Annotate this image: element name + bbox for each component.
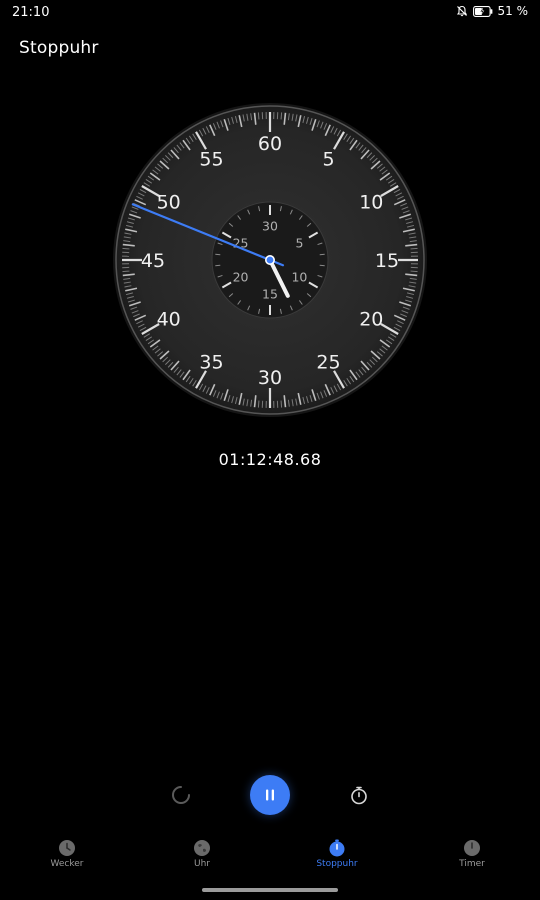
outer-tick — [122, 247, 130, 250]
outer-number-label: 55 — [199, 149, 223, 171]
alarm-clock-icon — [59, 840, 75, 856]
outer-tick — [257, 400, 260, 408]
stopwatch-screen: 21:10 51 % Stoppuhr 60 5 10 15 20 25 30 … — [0, 0, 540, 900]
nav-item-stoppuhr[interactable]: Stoppuhr — [292, 836, 382, 869]
battery-charging-icon — [472, 5, 493, 17]
lap-button[interactable] — [347, 783, 371, 807]
bottom-nav: Wecker Uhr Stoppuhr Timer — [0, 836, 540, 880]
outer-number-label: 30 — [258, 367, 282, 389]
timer-icon — [464, 840, 480, 856]
outer-number-label: 50 — [157, 192, 181, 214]
globe-icon — [194, 840, 210, 856]
inner-number-label: 15 — [262, 287, 278, 302]
battery-percent: 51 % — [497, 4, 529, 18]
nav-item-timer[interactable]: Timer — [427, 836, 517, 869]
status-bar: 21:10 51 % — [0, 0, 540, 26]
outer-tick — [122, 270, 130, 273]
inner-tick — [215, 253, 221, 256]
nav-label-stoppuhr: Stoppuhr — [316, 859, 358, 869]
outer-number-label: 25 — [316, 351, 340, 373]
page-title: Stoppuhr — [19, 38, 99, 58]
inner-number-label: 10 — [291, 270, 307, 285]
nav-label-uhr: Uhr — [194, 859, 210, 869]
outer-number-label: 15 — [375, 250, 399, 272]
outer-tick — [410, 247, 418, 250]
inner-tick — [319, 253, 325, 256]
outer-number-label: 35 — [199, 351, 223, 373]
dial-svg: 60510152025303540455055 30510152025 — [113, 103, 427, 417]
hand-center-pin — [265, 255, 276, 266]
outer-number-label: 45 — [141, 250, 165, 272]
elapsed-time: 01:12:48.68 — [218, 450, 322, 469]
stopwatch-icon — [329, 839, 345, 857]
home-indicator — [202, 888, 338, 892]
inner-tick — [215, 264, 221, 267]
inner-number-label: 30 — [262, 219, 278, 234]
outer-number-label: 20 — [359, 309, 383, 331]
status-right: 51 % — [456, 4, 529, 18]
nav-item-uhr[interactable]: Uhr — [157, 836, 247, 869]
stopwatch-icon — [351, 786, 367, 805]
stopwatch-dial: 60 5 10 15 20 25 30 35 40 45 50 55 30 5 10 15 20 25 — [110, 100, 430, 420]
outer-number-label: 10 — [359, 192, 383, 214]
outer-number-label: 40 — [157, 309, 181, 331]
inner-number-label: 5 — [295, 236, 303, 251]
outer-tick — [280, 400, 283, 408]
nav-item-wecker[interactable]: Wecker — [22, 836, 112, 869]
reset-spinner-icon — [172, 786, 190, 804]
outer-number-label: 60 — [258, 133, 282, 155]
pause-button[interactable] — [250, 775, 290, 815]
outer-tick — [257, 112, 260, 120]
inner-number-label: 20 — [233, 270, 249, 285]
reset-button[interactable] — [169, 783, 193, 807]
outer-number-label: 5 — [322, 149, 334, 171]
nav-label-wecker: Wecker — [50, 859, 84, 869]
bell-off-icon — [456, 5, 468, 17]
pause-icon — [266, 789, 274, 801]
inner-tick — [319, 264, 325, 267]
outer-tick — [410, 270, 418, 273]
outer-tick — [280, 112, 283, 120]
status-time: 21:10 — [12, 5, 50, 20]
nav-label-timer: Timer — [459, 859, 485, 869]
